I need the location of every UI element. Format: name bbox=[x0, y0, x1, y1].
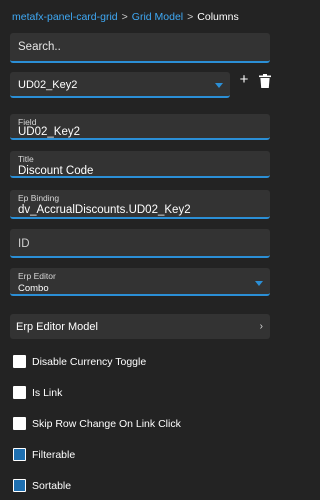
trash-icon[interactable] bbox=[259, 74, 271, 88]
checkbox-sortable[interactable]: Sortable bbox=[13, 479, 270, 495]
checkbox-label: Disable Currency Toggle bbox=[32, 356, 147, 368]
plus-icon[interactable]: + bbox=[237, 72, 251, 87]
erp-editor-value: Combo bbox=[18, 283, 49, 294]
title-input[interactable]: Title Discount Code bbox=[10, 151, 270, 178]
checkbox-box[interactable] bbox=[13, 417, 26, 430]
checkbox-box[interactable] bbox=[13, 386, 26, 399]
chevron-down-icon bbox=[255, 281, 263, 286]
ep-binding-label: Ep Binding bbox=[18, 193, 60, 203]
id-placeholder: ID bbox=[18, 238, 30, 250]
checkbox-label: Is Link bbox=[32, 387, 63, 399]
checkbox-label: Filterable bbox=[32, 449, 76, 461]
ep-binding-value: dv_AccrualDiscounts.UD02_Key2 bbox=[18, 204, 191, 216]
chevron-right-icon: › bbox=[259, 321, 263, 332]
checkbox-skip-row-change[interactable]: Skip Row Change On Link Click bbox=[13, 417, 270, 433]
checkbox-label: Skip Row Change On Link Click bbox=[32, 418, 181, 430]
erp-editor-label: Erp Editor bbox=[18, 271, 56, 281]
search-placeholder: Search.. bbox=[18, 41, 61, 53]
checkbox-box[interactable] bbox=[13, 479, 26, 492]
title-label: Title bbox=[18, 154, 34, 164]
breadcrumb-link-panel[interactable]: metafx-panel-card-grid bbox=[12, 11, 118, 23]
breadcrumb-separator: > bbox=[121, 11, 128, 23]
field-input[interactable]: Field UD02_Key2 bbox=[10, 114, 270, 140]
chevron-down-icon bbox=[215, 83, 223, 88]
checkbox-label: Sortable bbox=[32, 480, 72, 492]
checkbox-box[interactable] bbox=[13, 355, 26, 368]
checkbox-is-link[interactable]: Is Link bbox=[13, 386, 270, 402]
erp-editor-select[interactable]: Erp Editor Combo bbox=[10, 268, 270, 296]
erp-editor-model-button[interactable]: Erp Editor Model › bbox=[10, 314, 270, 339]
search-input[interactable]: Search.. bbox=[10, 33, 270, 63]
breadcrumb: metafx-panel-card-grid > Grid Model > Column… bbox=[12, 10, 272, 24]
breadcrumb-current: Columns bbox=[197, 11, 239, 23]
column-select[interactable]: UD02_Key2 bbox=[10, 72, 230, 98]
checkbox-disable-currency-toggle[interactable]: Disable Currency Toggle bbox=[13, 355, 270, 371]
erp-editor-model-label: Erp Editor Model bbox=[16, 321, 98, 333]
column-select-value: UD02_Key2 bbox=[18, 79, 78, 91]
ep-binding-input[interactable]: Ep Binding dv_AccrualDiscounts.UD02_Key2 bbox=[10, 190, 270, 219]
title-value: Discount Code bbox=[18, 165, 94, 177]
field-value: UD02_Key2 bbox=[18, 126, 81, 138]
breadcrumb-separator: > bbox=[187, 11, 194, 23]
id-input[interactable]: ID bbox=[10, 229, 270, 258]
checkbox-filterable[interactable]: Filterable bbox=[13, 448, 270, 464]
checkbox-box[interactable] bbox=[13, 448, 26, 461]
breadcrumb-link-grid-model[interactable]: Grid Model bbox=[132, 11, 183, 23]
